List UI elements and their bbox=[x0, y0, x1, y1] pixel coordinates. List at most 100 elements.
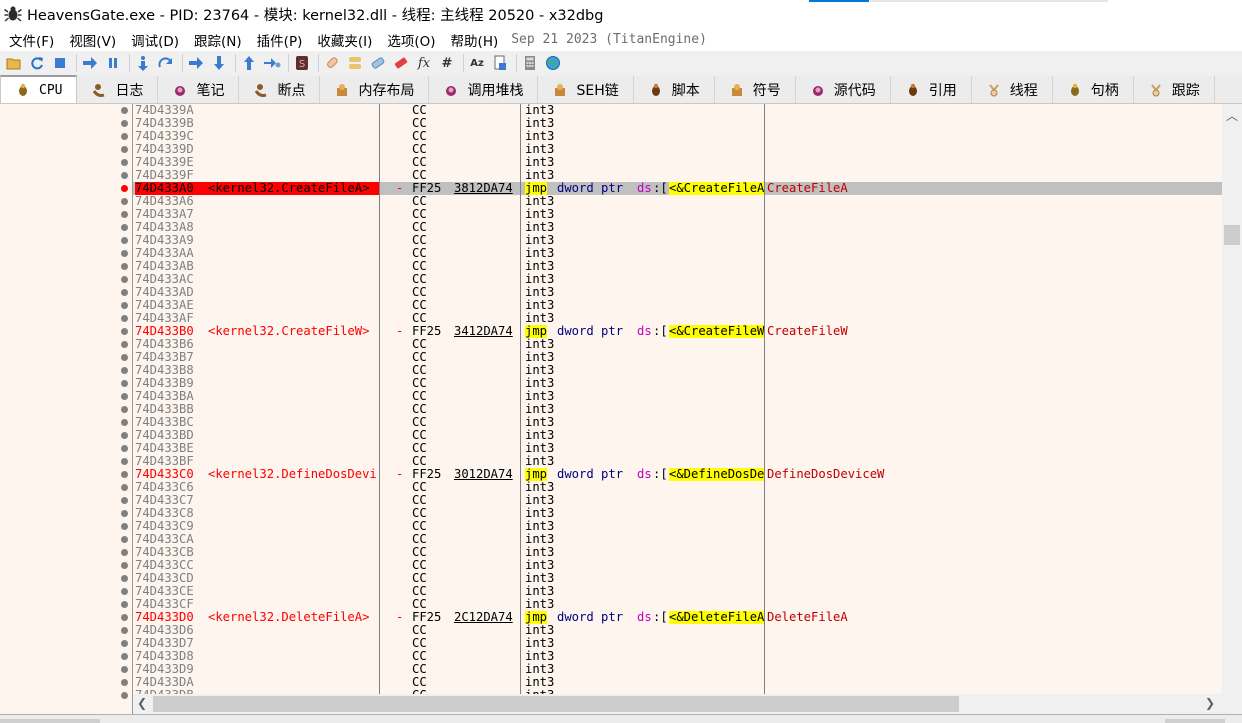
gutter-dot[interactable] bbox=[121, 562, 128, 569]
label-icon[interactable] bbox=[368, 53, 388, 73]
disasm-row[interactable]: 74D433C7 CC int3 bbox=[133, 494, 1222, 507]
disasm-row[interactable]: 74D4339A CC int3 bbox=[133, 104, 1222, 117]
disasm-row[interactable]: 74D433A6 CC int3 bbox=[133, 195, 1222, 208]
disasm-row[interactable]: 74D433A9 CC int3 bbox=[133, 234, 1222, 247]
tab-memory-map[interactable]: 内存布局 bbox=[320, 76, 430, 103]
disasm-row[interactable]: 74D433BC CC int3 bbox=[133, 416, 1222, 429]
gutter-dot[interactable] bbox=[121, 107, 128, 114]
tab-source[interactable]: 源代码 bbox=[795, 76, 891, 103]
scylla-icon[interactable]: S bbox=[292, 53, 312, 73]
disasm-row[interactable]: 74D433CA CC int3 bbox=[133, 533, 1222, 546]
gutter-dot[interactable] bbox=[121, 627, 128, 634]
scroll-up-icon[interactable]: ︿ bbox=[1222, 106, 1242, 124]
gutter-dot[interactable] bbox=[121, 315, 128, 322]
tab-log[interactable]: 日志 bbox=[77, 76, 159, 103]
menu-file[interactable]: 文件(F) bbox=[4, 30, 59, 50]
gutter-dot[interactable] bbox=[121, 510, 128, 517]
menu-plugins[interactable]: 插件(P) bbox=[252, 30, 308, 50]
gutter-dot[interactable] bbox=[121, 276, 128, 283]
menu-options[interactable]: 选项(O) bbox=[382, 30, 440, 50]
tab-script[interactable]: 脚本 bbox=[633, 76, 715, 103]
disasm-row[interactable]: 74D4339F CC int3 bbox=[133, 169, 1222, 182]
tab-symbols[interactable]: 符号 bbox=[714, 76, 796, 103]
menu-debug[interactable]: 调试(D) bbox=[126, 30, 184, 50]
globe-icon[interactable] bbox=[543, 53, 563, 73]
gutter-dot[interactable] bbox=[121, 224, 128, 231]
gutter-dot[interactable] bbox=[121, 341, 128, 348]
gutter-dot[interactable] bbox=[121, 120, 128, 127]
run-icon[interactable] bbox=[80, 53, 100, 73]
disasm-row[interactable]: 74D433D6 CC int3 bbox=[133, 624, 1222, 637]
disasm-row[interactable]: 74D433CE CC int3 bbox=[133, 585, 1222, 598]
menu-help[interactable]: 帮助(H) bbox=[446, 30, 504, 50]
patch-icon[interactable] bbox=[322, 53, 342, 73]
gutter-dot[interactable] bbox=[121, 393, 128, 400]
disasm-row[interactable]: 74D433D0 <kernel32.DeleteFileA> - FF25 2C12D… bbox=[133, 611, 1222, 624]
disasm-row[interactable]: 74D433C8 CC int3 bbox=[133, 507, 1222, 520]
tab-seh[interactable]: SEH链 bbox=[538, 76, 634, 103]
disassembly-view[interactable]: 74D4339A CC int3 74D4339B CC int3 74D4339C CC in… bbox=[133, 104, 1222, 694]
tab-cpu[interactable]: CPU bbox=[0, 75, 78, 103]
disasm-row[interactable]: 74D433BD CC int3 bbox=[133, 429, 1222, 442]
disasm-row[interactable]: 74D4339E CC int3 bbox=[133, 156, 1222, 169]
gutter-dot[interactable] bbox=[121, 406, 128, 413]
tab-threads[interactable]: 线程 bbox=[971, 76, 1053, 103]
disasm-row[interactable]: 74D433C0<kernel32.DefineDosDeviceW>-FF25… bbox=[133, 468, 1222, 481]
stop-icon[interactable] bbox=[50, 53, 70, 73]
tab-handles[interactable]: 句柄 bbox=[1052, 76, 1134, 103]
disasm-row[interactable]: 74D433CD CC int3 bbox=[133, 572, 1222, 585]
scroll-right-icon[interactable]: ❯ bbox=[1205, 696, 1215, 710]
strings-icon[interactable]: Aᴢ bbox=[467, 53, 487, 73]
disasm-row[interactable]: 74D4339B CC int3 bbox=[133, 117, 1222, 130]
disasm-row[interactable]: 74D433A8 CC int3 bbox=[133, 221, 1222, 234]
menu-view[interactable]: 视图(V) bbox=[64, 30, 121, 50]
disasm-row[interactable]: 74D433CF CC int3 bbox=[133, 598, 1222, 611]
disasm-row[interactable]: 74D433AF CC int3 bbox=[133, 312, 1222, 325]
gutter-dot[interactable] bbox=[121, 640, 128, 647]
gutter-dot[interactable] bbox=[121, 263, 128, 270]
disasm-row[interactable]: 74D433C6 CC int3 bbox=[133, 481, 1222, 494]
disasm-row[interactable]: 74D433BE CC int3 bbox=[133, 442, 1222, 455]
disasm-row[interactable]: 74D433AB CC int3 bbox=[133, 260, 1222, 273]
branch-arrows-pane[interactable] bbox=[0, 104, 133, 715]
menu-favourites[interactable]: 收藏夹(I) bbox=[312, 30, 377, 50]
disasm-row[interactable]: 74D433B8 CC int3 bbox=[133, 364, 1222, 377]
gutter-dot[interactable] bbox=[121, 692, 128, 699]
comment-icon[interactable] bbox=[345, 53, 365, 73]
gutter-dot[interactable] bbox=[121, 536, 128, 543]
disasm-row[interactable]: 74D433B0 <kernel32.CreateFileW> - FF25 3412D… bbox=[133, 325, 1222, 338]
disasm-row[interactable]: 74D433D8 CC int3 bbox=[133, 650, 1222, 663]
gutter-dot[interactable] bbox=[121, 380, 128, 387]
disasm-row[interactable]: 74D433D9 CC int3 bbox=[133, 663, 1222, 676]
gutter-dot[interactable] bbox=[121, 159, 128, 166]
run-to-user-code-icon[interactable] bbox=[262, 53, 282, 73]
gutter-dot[interactable] bbox=[121, 614, 128, 621]
column-divider[interactable] bbox=[764, 104, 765, 694]
disasm-row[interactable]: 74D433CB CC int3 bbox=[133, 546, 1222, 559]
disasm-row[interactable]: 74D433A7 CC int3 bbox=[133, 208, 1222, 221]
gutter-dot[interactable] bbox=[121, 354, 128, 361]
gutter-dot[interactable] bbox=[121, 549, 128, 556]
tab-call-stack[interactable]: 调用堆栈 bbox=[429, 76, 539, 103]
gutter-dot[interactable] bbox=[121, 133, 128, 140]
disasm-row[interactable]: 74D433DA CC int3 bbox=[133, 676, 1222, 689]
column-divider[interactable] bbox=[379, 104, 380, 694]
scroll-left-icon[interactable]: ❮ bbox=[137, 696, 147, 710]
step-into-icon[interactable] bbox=[133, 53, 153, 73]
disasm-row[interactable]: 74D433AE CC int3 bbox=[133, 299, 1222, 312]
disasm-row[interactable]: 74D433BA CC int3 bbox=[133, 390, 1222, 403]
disasm-row[interactable]: 74D433CC CC int3 bbox=[133, 559, 1222, 572]
gutter-dot[interactable] bbox=[121, 445, 128, 452]
gutter-dot[interactable] bbox=[121, 432, 128, 439]
disasm-row[interactable]: 74D433B6 CC int3 bbox=[133, 338, 1222, 351]
gutter-dot[interactable] bbox=[121, 302, 128, 309]
hash-icon[interactable]: # bbox=[437, 53, 457, 73]
column-divider[interactable] bbox=[520, 104, 521, 694]
disasm-row[interactable]: 74D433C9 CC int3 bbox=[133, 520, 1222, 533]
disasm-row[interactable]: 74D4339C CC int3 bbox=[133, 130, 1222, 143]
gutter-dot[interactable] bbox=[121, 601, 128, 608]
horizontal-scrollbar[interactable]: ❮ ❯ bbox=[133, 694, 1222, 714]
gutter-dot[interactable] bbox=[121, 146, 128, 153]
tab-references[interactable]: 引用 bbox=[890, 76, 972, 103]
gutter-dot[interactable] bbox=[121, 211, 128, 218]
